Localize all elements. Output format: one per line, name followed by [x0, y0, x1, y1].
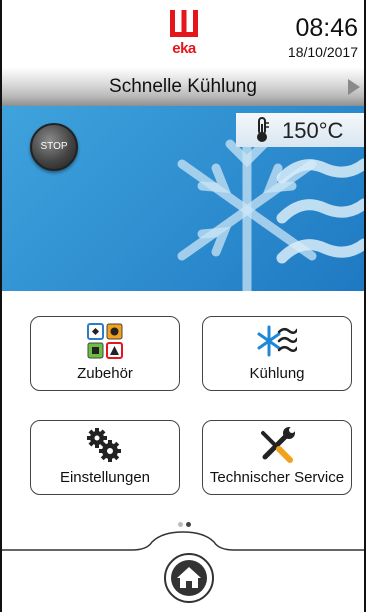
cooling-button[interactable]: Kühlung [202, 316, 352, 391]
stop-button[interactable]: STOP [30, 123, 78, 171]
settings-gears-icon [87, 428, 121, 462]
home-button[interactable] [164, 553, 214, 603]
header: eka 08:46 18/10/2017 [2, 0, 364, 68]
temperature-value: 150°C [282, 118, 344, 143]
home-button-face [171, 560, 207, 596]
program-hero: STOP 150°C [2, 106, 364, 291]
page-dot-active[interactable] [186, 522, 191, 527]
temperature-display: 150°C [236, 113, 364, 147]
service-tools-icon [261, 427, 295, 463]
accessories-icon [87, 323, 123, 359]
eka-logo-text: eka [172, 40, 196, 57]
eka-logo-bars [170, 10, 198, 37]
settings-label: Einstellungen [59, 469, 151, 486]
home-icon [177, 567, 201, 588]
screen: eka 08:46 18/10/2017 Schnelle Kühlung ST… [0, 0, 366, 612]
eka-logo: eka [167, 10, 201, 60]
accessories-button[interactable]: Zubehör [30, 316, 180, 391]
clock-time: 08:46 [295, 14, 358, 42]
cooling-icon [257, 325, 297, 357]
technical-service-button[interactable]: Technischer Service [202, 420, 352, 495]
next-arrow-icon[interactable] [348, 79, 360, 95]
thermometer-icon [257, 117, 269, 142]
technical-service-label: Technischer Service [209, 469, 345, 486]
page-dot[interactable] [178, 522, 183, 527]
title-bar: Schnelle Kühlung [2, 68, 364, 106]
settings-button[interactable]: Einstellungen [30, 420, 180, 495]
cooling-label: Kühlung [249, 365, 305, 382]
accessories-label: Zubehör [77, 365, 133, 382]
clock-date: 18/10/2017 [287, 44, 358, 60]
page-title: Schnelle Kühlung [109, 76, 257, 97]
